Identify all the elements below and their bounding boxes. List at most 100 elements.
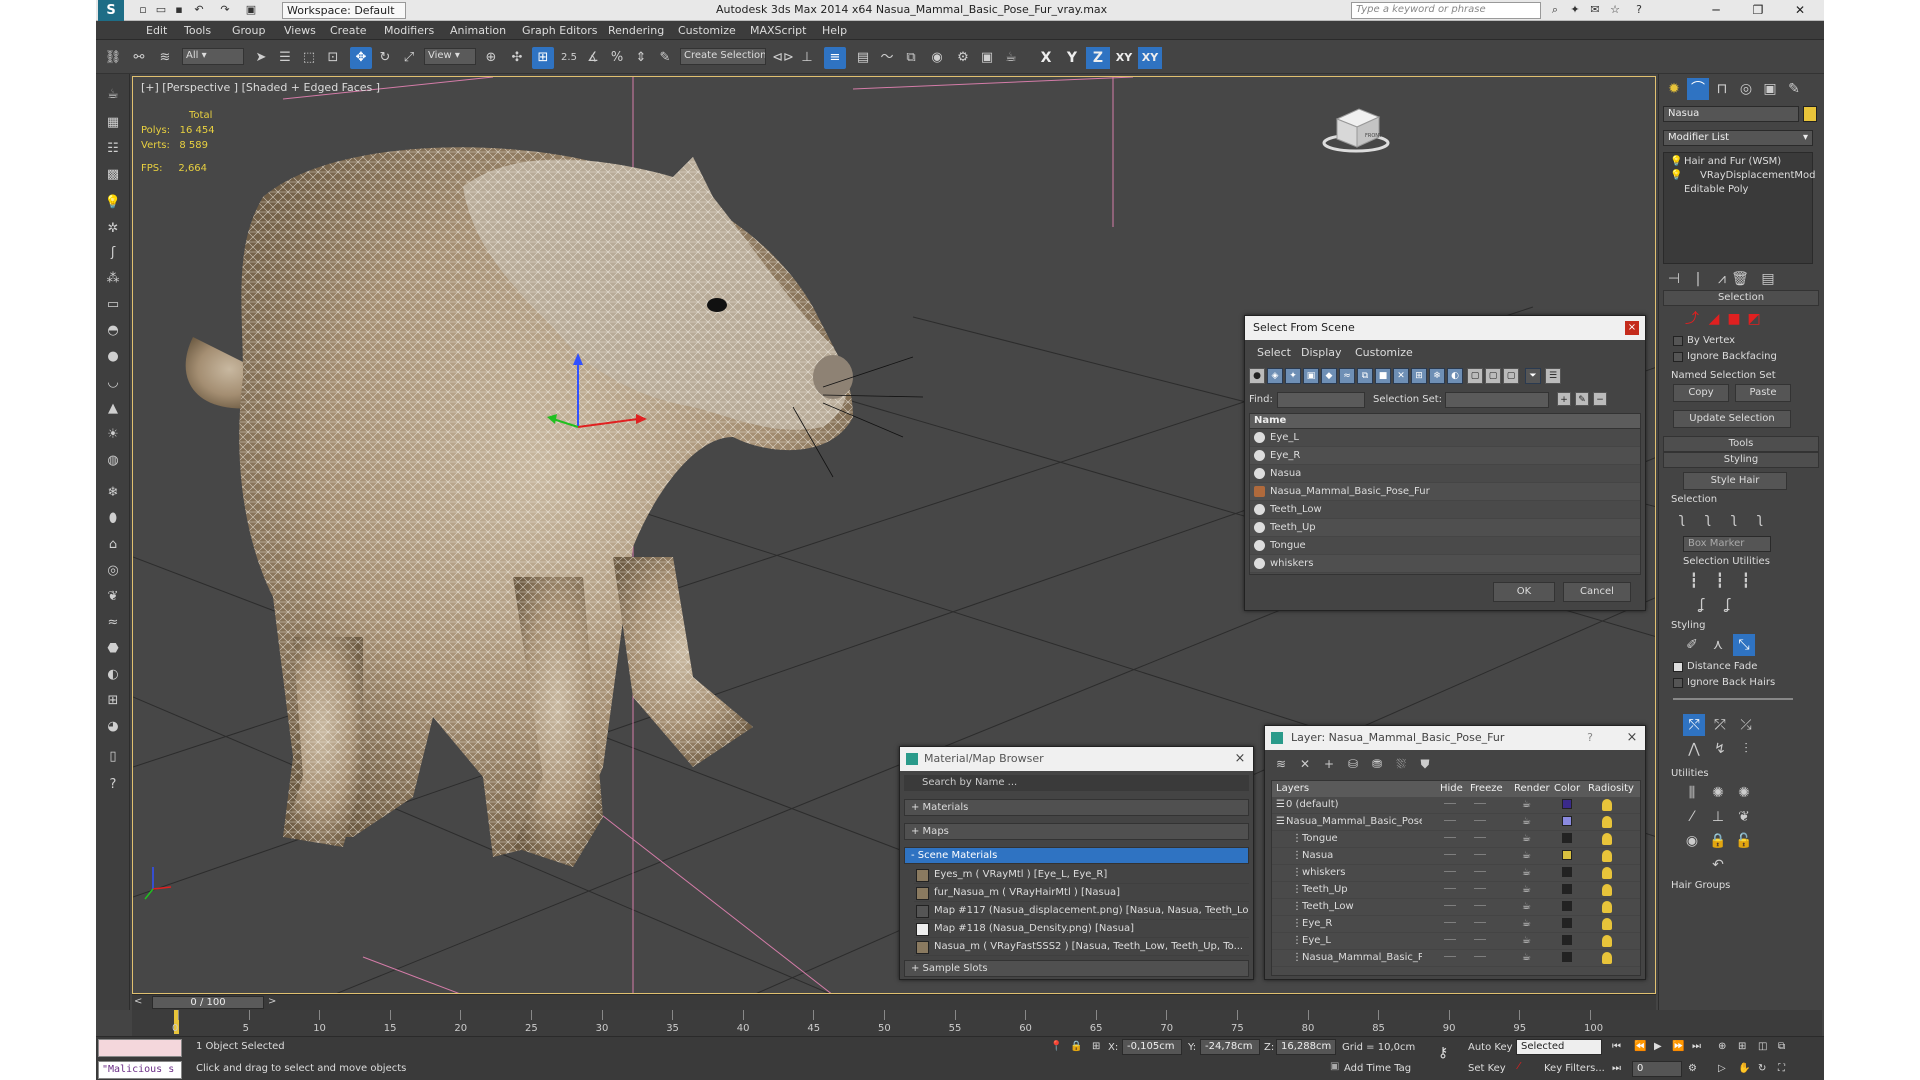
layer-row[interactable]: ⋮ whiskers ── ── ☕ [1272,865,1640,882]
list-icon[interactable]: ☷ [102,138,124,160]
window-crossing-icon[interactable]: ⊡ [322,47,344,69]
cancel-button[interactable]: Cancel [1563,582,1631,602]
layer-color-swatch[interactable] [1562,867,1572,877]
hide-toggle[interactable]: ── [1444,833,1456,844]
list-item[interactable]: Teeth_Up [1250,519,1640,537]
lightbulb-icon[interactable]: 💡 [1670,170,1682,181]
play-icon[interactable]: ▶ [1654,1041,1662,1052]
menu-animation[interactable]: Animation [450,24,506,37]
menu-views[interactable]: Views [284,24,316,37]
radiosity-bulb-icon[interactable] [1602,952,1612,964]
sfs-menu-select[interactable]: Select [1257,346,1291,359]
display-bones-icon[interactable]: ✕ [1393,368,1409,384]
object-name-field[interactable]: Nasua [1663,106,1799,122]
rock-icon[interactable]: ⬣ [102,638,124,660]
column-radiosity[interactable]: Radiosity [1588,783,1634,794]
orb-icon[interactable]: ◐ [102,664,124,686]
layer-expand-icon[interactable]: ☰ [1276,799,1285,810]
reference-coordinate-dropdown[interactable]: View ▾ [424,48,476,65]
schematic-view-icon[interactable]: ⧉ [900,47,922,69]
add-time-tag[interactable]: Add Time Tag [1344,1063,1411,1074]
mirror-icon[interactable]: ⊲⊳ [772,47,794,69]
radiosity-bulb-icon[interactable] [1602,867,1612,879]
bowl-icon[interactable]: ◡ [102,372,124,394]
open-file-icon[interactable]: ▭ [154,3,168,17]
select-and-rotate-icon[interactable]: ↻ [374,47,396,69]
layer-color-swatch[interactable] [1562,799,1572,809]
radiosity-bulb-icon[interactable] [1602,799,1612,811]
layer-dialog-titlebar[interactable]: Layer: Nasua_Mammal_Basic_Pose_Fur ? × [1265,726,1645,750]
display-tab-icon[interactable]: ▣ [1759,78,1781,100]
invert-selection-icon[interactable]: ┇ [1683,570,1705,592]
hierarchy-tab-icon[interactable]: ⊓ [1711,78,1733,100]
close-button[interactable]: ✕ [1780,0,1820,21]
menu-group[interactable]: Group [232,24,266,37]
menu-edit[interactable]: Edit [146,24,167,37]
motion-tab-icon[interactable]: ◎ [1735,78,1757,100]
layer-row[interactable]: ⋮ Nasua ── ── ☕ [1272,848,1640,865]
recomb-icon[interactable]: ⊥ [1707,806,1729,828]
display-shapes-icon[interactable]: ◈ [1267,368,1283,384]
maximize-button[interactable]: ❐ [1738,0,1778,21]
freeze-toggle[interactable]: ── [1474,952,1486,963]
menu-customize[interactable]: Customize [678,24,736,37]
field-of-view-icon[interactable]: ▷ [1718,1063,1726,1074]
layer-row[interactable]: ⋮ Tongue ── ── ☕ [1272,831,1640,848]
column-hide[interactable]: Hide [1440,783,1463,794]
nasua-model[interactable] [185,147,924,867]
layer-expand-icon[interactable]: ⋮ [1292,935,1302,946]
axis-xy-cycle-button[interactable]: XY [1138,47,1162,69]
keyword-search-input[interactable]: Type a keyword or phrase [1351,2,1541,19]
selection-filter-dropdown[interactable]: All ▾ [182,48,244,65]
ignore-backfacing-checkbox[interactable] [1673,352,1683,362]
plane-icon[interactable]: ▭ [102,294,124,316]
delete-layer-icon[interactable]: ✕ [1295,754,1315,774]
stack-item-editable-poly[interactable]: Editable Poly [1684,184,1748,195]
radiosity-bulb-icon[interactable] [1602,918,1612,930]
plant-icon[interactable]: ❦ [102,586,124,608]
absolute-mode-icon[interactable]: ⊞ [1092,1041,1100,1052]
curve-editor-icon[interactable]: 〜 [876,47,898,69]
scatter-icon[interactable]: ✲ [102,218,124,240]
expand-selection-icon[interactable]: ┇ [1735,570,1757,592]
radiosity-bulb-icon[interactable] [1602,884,1612,896]
z-coord-field[interactable]: 16,288cm [1276,1039,1336,1055]
display-geometry-icon[interactable]: ● [1249,368,1265,384]
keyboard-shortcut-override-icon[interactable]: ⊞ [532,47,554,69]
rectangular-selection-icon[interactable]: ⬚ [298,47,320,69]
layer-expand-icon[interactable]: ☰ [1276,816,1285,827]
menu-graph-editors[interactable]: Graph Editors [522,24,598,37]
rendered-frame-window-icon[interactable]: ▣ [976,47,998,69]
guides-selection-icon[interactable]: ⤴ [1681,308,1703,330]
hide-toggle[interactable]: ── [1444,816,1456,827]
render-teapot-icon[interactable]: ☕ [1522,833,1531,844]
edit-selection-set-icon[interactable]: ✎ [1575,392,1589,406]
translate-hair-icon[interactable]: ⤲ [1683,714,1705,736]
layer-row[interactable]: ⋮ Nasua_Mammal_Basic_Pos ── ── ☕ [1272,950,1640,967]
display-lights-icon[interactable]: ✦ [1285,368,1301,384]
face-selection-icon[interactable]: ◢ [1703,308,1725,330]
select-from-scene-titlebar[interactable]: Select From Scene × [1245,316,1645,340]
hide-toggle[interactable]: ── [1444,901,1456,912]
radiosity-bulb-icon[interactable] [1602,816,1612,828]
hair-cut-icon[interactable]: ✐ [1681,634,1703,656]
clump-icon[interactable]: ⋀ [1683,738,1705,760]
group-sample-slots[interactable]: + Sample Slots [904,960,1249,977]
layer-row[interactable]: ⋮ Eye_L ── ── ☕ [1272,933,1640,950]
column-freeze[interactable]: Freeze [1470,783,1503,794]
time-slider-thumb[interactable]: 0 / 100 [152,996,264,1009]
layer-row[interactable]: ⋮ Eye_R ── ── ☕ [1272,916,1640,933]
puff-roots-icon[interactable]: ⤰ [1735,714,1757,736]
material-browser-close-button[interactable]: × [1233,752,1247,766]
create-selection-set-icon[interactable]: + [1557,392,1571,406]
hide-toggle[interactable]: ── [1444,884,1456,895]
layer-manager-icon[interactable]: ≡ [824,47,846,69]
help-icon[interactable]: ? [1632,3,1646,17]
lightbulb-icon[interactable]: 💡 [1670,156,1682,167]
dome-icon[interactable]: ◓ [102,320,124,342]
selection-set-dropdown[interactable] [1445,392,1549,408]
time-slider-next-icon[interactable]: > [268,996,276,1007]
layer-row[interactable]: ⋮ Teeth_Up ── ── ☕ [1272,882,1640,899]
material-search-input[interactable]: Search by Name ... [904,775,1249,791]
axis-z-button[interactable]: Z [1086,47,1110,69]
